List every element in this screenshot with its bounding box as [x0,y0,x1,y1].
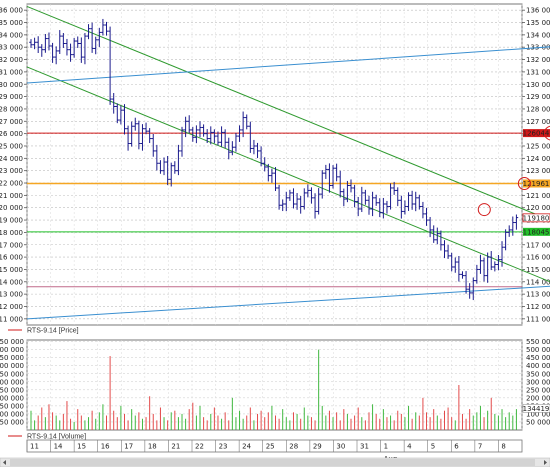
vol-tick-left: 350 000 [0,370,24,378]
y-tick-left: 112 000 [0,303,23,311]
vol-tick-right: 200 000 [526,394,550,402]
date-label: 1 [384,443,388,451]
y-tick-right: 112 000 [526,303,550,311]
y-tick-left: 132 000 [0,56,23,64]
vol-tick-right: 450 000 [526,354,550,362]
y-tick-left: 136 000 [0,7,23,15]
y-tick-left: 135 000 [0,19,23,27]
y-tick-right: 134 000 [526,31,550,39]
date-label: 4 [407,443,412,451]
y-tick-left: 131 000 [0,68,23,76]
y-tick-left: 134 000 [0,31,23,39]
y-tick-right: 121 000 [526,192,550,200]
y-tick-right: 120 000 [526,204,550,212]
vol-tick-left: 250 000 [0,386,24,394]
date-label: 24 [242,443,251,451]
date-label: 25 [266,443,275,451]
price-plot-frame [26,3,523,326]
date-label: 23 [219,443,228,451]
date-label: 8 [501,443,505,451]
y-tick-right: 123 000 [526,167,550,175]
y-tick-right: 115 000 [526,266,550,274]
y-tick-left: 133 000 [0,44,23,52]
date-label: 17 [124,443,133,451]
y-tick-left: 113 000 [0,291,23,299]
vol-tick-left: 500 000 [0,346,24,354]
date-label: 5 [431,443,435,451]
date-label: 7 [478,443,482,451]
date-label: 29 [313,443,322,451]
vol-tick-right: 350 000 [526,370,550,378]
date-label: 15 [77,443,86,451]
vol-tick-right: 300 000 [526,378,550,386]
y-tick-left: 111 000 [0,315,23,323]
y-tick-right: 135 000 [526,19,550,27]
y-tick-right: 136 000 [526,7,550,15]
vol-tick-left: 450 000 [0,354,24,362]
price-legend: RTS-9.14 [Price] [27,328,79,335]
vol-tick-left: 200 000 [0,394,24,402]
y-tick-left: 121 000 [0,192,23,200]
vol-tick-right: 500 000 [526,346,550,354]
y-tick-left: 129 000 [0,93,23,101]
y-tick-right: 132 000 [526,56,550,64]
y-tick-right: 116 000 [526,254,550,262]
y-tick-left: 119 000 [0,217,23,225]
scrollbar-thumb [10,459,535,466]
date-label: 30 [336,443,345,451]
price-label: 119180 [523,214,550,222]
vol-tick-right: 50 000 [526,418,550,426]
date-label: 18 [148,443,157,451]
level-label: 118045 [523,228,550,236]
y-tick-left: 127 000 [0,118,23,126]
vol-tick-right: 250 000 [526,386,550,394]
y-tick-left: 117 000 [0,241,23,249]
vol-tick-right: 550 000 [526,338,550,346]
y-tick-right: 113 000 [526,291,550,299]
y-tick-left: 118 000 [0,229,23,237]
volume-legend: RTS-9.14 [Volume] [27,434,86,441]
vol-tick-left: 400 000 [0,362,24,370]
y-tick-left: 130 000 [0,81,23,89]
vol-last-label: 134419 [523,405,550,413]
y-tick-right: 111 000 [526,315,550,323]
level-label: 121961 [523,180,550,188]
y-tick-right: 114 000 [526,278,550,286]
y-tick-left: 126 000 [0,130,23,138]
vol-tick-left: 300 000 [0,378,24,386]
chart-canvas: 111 000 111 000 112 000 112 000 113 000 113 0… [0,0,550,467]
y-tick-right: 127 000 [526,118,550,126]
y-tick-right: 129 000 [526,93,550,101]
date-label: 11 [30,443,39,451]
date-label: 21 [171,443,180,451]
date-label: 6 [454,443,459,451]
date-label: 28 [289,443,298,451]
vol-tick-left: 150 000 [0,402,24,410]
y-tick-right: 131 000 [526,68,550,76]
chart-root: 111 000 111 000 112 000 112 000 113 000 113 0… [0,0,550,467]
y-tick-right: 124 000 [526,155,550,163]
y-tick-left: 120 000 [0,204,23,212]
y-tick-left: 128 000 [0,105,23,113]
date-label: 22 [195,443,204,451]
volume-panel: 50 00050 000100 000100 000150 000150 000… [0,338,550,441]
y-tick-right: 125 000 [526,142,550,150]
y-tick-left: 125 000 [0,142,23,150]
date-label: 31 [360,443,369,451]
y-tick-left: 124 000 [0,155,23,163]
date-label: 14 [54,443,63,451]
vol-tick-left: 550 000 [0,338,24,346]
y-tick-left: 116 000 [0,254,23,262]
vol-tick-left: 50 000 [0,418,24,426]
y-tick-right: 130 000 [526,81,550,89]
y-tick-left: 115 000 [0,266,23,274]
y-tick-left: 122 000 [0,180,23,188]
y-tick-left: 123 000 [0,167,23,175]
vol-tick-left: 100 000 [0,410,24,418]
y-tick-right: 128 000 [526,105,550,113]
y-tick-right: 117 000 [526,241,550,249]
y-tick-left: 114 000 [0,278,23,286]
date-label: 16 [101,443,110,451]
vol-tick-right: 400 000 [526,362,550,370]
